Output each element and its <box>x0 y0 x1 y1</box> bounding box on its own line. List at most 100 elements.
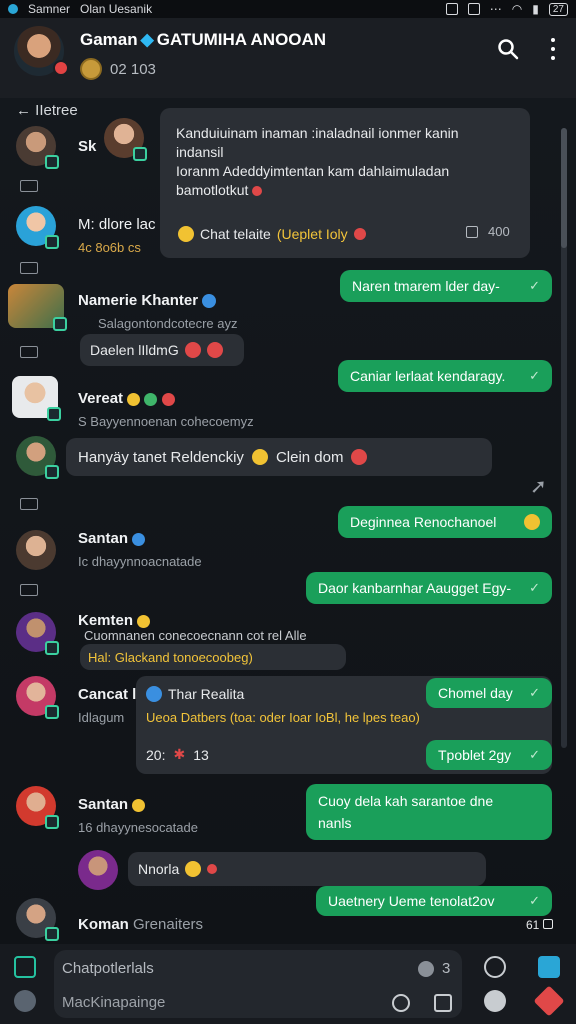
contact-name: Santan <box>78 530 146 547</box>
message-text: Hal: Glackand tonoecoobeg) <box>88 649 253 665</box>
card-line-1: Kanduiuinam inaman :inaladnail ionmer ka… <box>176 125 459 141</box>
message-text: Chomel day <box>438 685 513 701</box>
contact-preview: 4c 8o6b cs <box>78 240 141 255</box>
message-extra: Clein dom <box>275 448 344 466</box>
message-bubble[interactable]: Nnorla <box>128 852 486 886</box>
status-carrier-center: Olan Uesanik <box>80 2 153 16</box>
chat-title-right: GATUMIHA ANOOAN <box>156 30 327 49</box>
avatar[interactable] <box>16 436 59 479</box>
message-input[interactable]: Chatpotlerlals 3 MacKinapainge <box>54 950 462 1018</box>
gear-icon <box>202 294 217 309</box>
emoji-icon[interactable] <box>418 960 434 977</box>
avatar-small <box>178 226 194 242</box>
message-text: Nnorla <box>138 861 180 877</box>
avatar[interactable] <box>12 376 61 421</box>
outgoing-message[interactable]: Tpoblet 2gy ✓ <box>426 740 552 770</box>
message-bubble[interactable]: Hal: Glackand tonoecoobeg) <box>80 644 346 670</box>
home-icon[interactable] <box>14 956 36 978</box>
avatar[interactable] <box>16 126 59 169</box>
chat-title-left: Gaman <box>80 30 138 49</box>
status-indicator <box>45 705 59 719</box>
contact-preview: 16 dhayynesocatade <box>78 820 198 835</box>
attach-icon[interactable] <box>392 994 410 1012</box>
check-icon: ✓ <box>529 685 540 700</box>
avatar[interactable] <box>16 676 59 719</box>
message-text: Daelen lIldmG <box>90 342 179 358</box>
back-arrow-icon: ← <box>16 102 31 119</box>
avatar[interactable] <box>16 206 59 249</box>
scrollbar-thumb[interactable] <box>561 128 567 248</box>
status-indicator <box>45 641 59 655</box>
chat-header: Gaman ◆ GATUMIHA ANOOAN 02 103 <box>0 18 576 98</box>
status-indicator <box>47 407 61 421</box>
avatar[interactable] <box>104 118 147 161</box>
contact-preview: Idlagum <box>78 710 125 725</box>
card-line-4: bamotlotkut <box>176 182 249 198</box>
gallery-icon[interactable] <box>434 994 452 1012</box>
message-card[interactable]: Kanduiuinam inaman :inaladnail ionmer ka… <box>104 108 530 258</box>
chat-subtitle-text: 02 103 <box>110 60 156 78</box>
card-line-2: indansil <box>176 144 224 160</box>
more-icon[interactable] <box>546 38 560 60</box>
search-icon[interactable] <box>497 38 519 60</box>
scrollbar[interactable] <box>561 128 567 748</box>
contact-preview: S Bayyennoenan cohecoemyz <box>78 414 254 429</box>
check-icon: ✓ <box>529 747 540 762</box>
contact-preview: Ic dhayynnoacnatade <box>78 554 202 569</box>
outgoing-message[interactable]: Daor kanbarnhar Aaugget Egy- ✓ <box>306 572 552 604</box>
forward-icon[interactable]: ➚ <box>530 474 547 499</box>
contact-name: Vereat <box>78 390 175 407</box>
chat-title[interactable]: Gaman ◆ GATUMIHA ANOOAN <box>80 30 326 50</box>
contact-preview: Salagontondcotecre ayz <box>98 316 238 331</box>
message-text: Caniar lerlaat kendaragy. <box>350 368 506 384</box>
contact-name: Cancat l <box>78 686 137 703</box>
message-text: Cuoy dela kah sarantoe dne <box>318 793 494 809</box>
message-text-2: nanls <box>318 815 352 831</box>
avatar[interactable] <box>16 898 59 941</box>
card-footer-label: Chat telaite <box>200 226 271 242</box>
emoji-icon <box>251 449 268 465</box>
message-text: Uaetnery Ueme tenolat2ov <box>328 893 495 909</box>
avatar[interactable] <box>78 850 118 890</box>
card-text: Ueoa Datbers (toa: oder Ioar IoBl, he lp… <box>146 710 420 725</box>
sticker-icon[interactable] <box>538 956 560 978</box>
outgoing-message[interactable]: Chomel day ✓ <box>426 678 552 708</box>
emoji-icon <box>206 342 223 358</box>
avatar[interactable] <box>16 612 59 655</box>
outgoing-message[interactable]: Deginnea Renochanoel <box>338 506 552 538</box>
folder-icon <box>20 584 38 596</box>
location-icon[interactable] <box>484 990 506 1012</box>
twitter-icon[interactable] <box>14 990 36 1012</box>
contact-name: Sk <box>78 138 97 155</box>
outgoing-message[interactable]: Cuoy dela kah sarantoe dne nanls <box>306 784 552 840</box>
emoji-icon <box>351 449 368 465</box>
message-list[interactable]: ← IIetree Sk Kanduiuinam inaman :inaladn… <box>0 98 576 944</box>
message-text: Naren tmarem lder day- <box>352 278 500 294</box>
back-button[interactable]: ← IIetree <box>16 102 78 119</box>
clock-icon[interactable] <box>484 956 506 978</box>
attach-icon[interactable] <box>466 225 478 238</box>
status-indicator <box>45 235 59 249</box>
back-label: IIetree <box>35 102 78 119</box>
outgoing-message[interactable]: Naren tmarem lder day- ✓ <box>340 270 552 302</box>
send-icon[interactable] <box>533 985 565 1017</box>
message-bubble[interactable]: Hanyäy tanet Reldenckiy Clein dom <box>66 438 492 476</box>
message-text: Daor kanbarnhar Aaugget Egy- <box>318 580 512 596</box>
status-bar: Samner Olan Uesanik ⋯ ◠ ▮ 27 <box>0 0 576 18</box>
contact-name: Santan <box>78 796 146 813</box>
avatar[interactable] <box>16 786 59 829</box>
outgoing-message[interactable]: Uaetnery Ueme tenolat2ov ✓ <box>316 886 552 916</box>
card-footer-count: 400 <box>488 224 510 239</box>
card-line-3: Ioranm Adeddyimtentan kam dahlaimuladan <box>176 163 450 179</box>
battery-icon: 27 <box>548 2 568 16</box>
status-indicator <box>45 815 59 829</box>
avatar[interactable] <box>16 530 56 570</box>
card-count: 13 <box>193 746 209 763</box>
emoji-icon <box>353 228 366 240</box>
emoji-icon <box>185 861 202 877</box>
message-text: Tpoblet 2gy <box>438 747 512 763</box>
signal-icon: ▮ <box>532 2 539 16</box>
group-thumbnail[interactable] <box>8 284 67 331</box>
outgoing-message[interactable]: Caniar lerlaat kendaragy. ✓ <box>338 360 552 392</box>
message-bubble[interactable]: Daelen lIldmG <box>80 334 244 366</box>
